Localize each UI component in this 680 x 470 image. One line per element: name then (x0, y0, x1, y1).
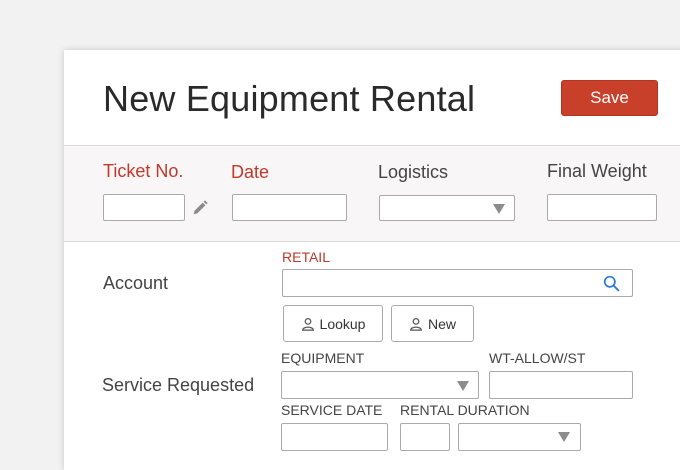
equipment-select[interactable] (281, 371, 479, 399)
rental-duration-input[interactable] (400, 423, 450, 451)
dropdown-arrow-icon (493, 204, 505, 214)
person-icon (301, 317, 314, 331)
account-type-label: RETAIL (282, 249, 330, 265)
ticket-no-input[interactable] (103, 194, 185, 221)
rental-duration-label: RENTAL DURATION (400, 402, 530, 418)
logistics-label: Logistics (378, 162, 449, 182)
lookup-button-label: Lookup (319, 315, 366, 332)
pencil-icon[interactable] (191, 199, 209, 217)
wt-allow-input[interactable] (489, 371, 633, 399)
dropdown-arrow-icon (457, 381, 469, 391)
service-date-label: SERVICE DATE (281, 402, 383, 418)
save-button[interactable]: Save (561, 80, 658, 116)
new-account-button[interactable]: New (391, 305, 474, 342)
new-button-label: New (427, 315, 456, 332)
account-label: Account (103, 273, 169, 293)
wt-allow-label: WT-ALLOW/ST (489, 350, 586, 366)
date-label: Date (231, 162, 270, 182)
search-icon[interactable] (603, 275, 620, 292)
equipment-label: EQUIPMENT (281, 350, 365, 366)
final-weight-label: Final Weight (547, 161, 647, 181)
lookup-button[interactable]: Lookup (283, 305, 383, 342)
page-title: New Equipment Rental (103, 78, 476, 119)
final-weight-input[interactable] (547, 194, 657, 221)
service-requested-label: Service Requested (102, 375, 255, 395)
date-input[interactable] (232, 194, 347, 221)
account-search-input[interactable] (282, 269, 633, 297)
ticket-no-label: Ticket No. (103, 161, 184, 181)
dropdown-arrow-icon (558, 432, 570, 442)
person-icon (410, 317, 422, 331)
service-date-input[interactable] (281, 423, 388, 451)
